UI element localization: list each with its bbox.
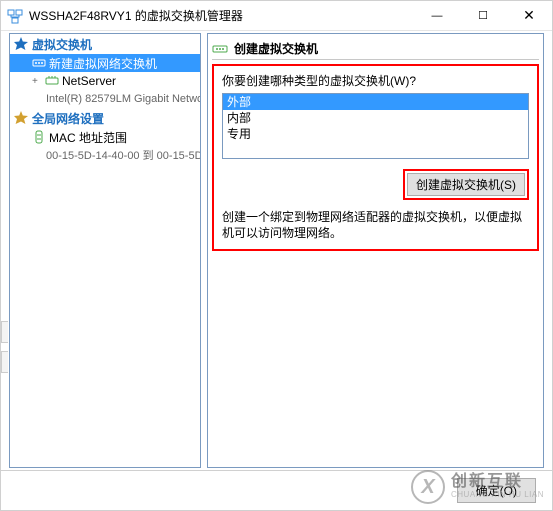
left-tree-pane: 虚拟交换机 新建虚拟网络交换机 + NetServer Intel(R) 825… — [9, 33, 201, 468]
create-switch-button[interactable]: 创建虚拟交换机(S) — [407, 173, 525, 196]
switch-icon — [45, 74, 59, 88]
star-icon — [14, 111, 28, 125]
app-icon — [7, 8, 23, 24]
tree-item-mac-range-detail: 00-15-5D-14-40-00 到 00-15-5D-1... — [10, 146, 200, 164]
window-controls: — ☐ ✕ — [414, 1, 552, 31]
titlebar: WSSHA2F48RVY1 的虚拟交换机管理器 — ☐ ✕ — [1, 1, 552, 31]
window-title: WSSHA2F48RVY1 的虚拟交换机管理器 — [29, 7, 414, 24]
switch-type-prompt: 你要创建哪种类型的虚拟交换机(W)? — [222, 72, 529, 89]
gutter-tab — [1, 321, 8, 343]
switch-type-listbox[interactable]: 外部 内部 专用 — [222, 93, 529, 159]
tree-item-label: MAC 地址范围 — [49, 129, 127, 146]
option-external[interactable]: 外部 — [223, 94, 528, 110]
switch-icon — [212, 41, 228, 57]
new-switch-icon — [32, 56, 46, 70]
tree-item-new-switch[interactable]: 新建虚拟网络交换机 — [10, 54, 200, 72]
section-label: 虚拟交换机 — [32, 36, 92, 53]
right-header-title: 创建虚拟交换机 — [234, 40, 318, 57]
ok-button[interactable]: 确定(O) — [457, 478, 536, 503]
option-internal[interactable]: 内部 — [223, 110, 528, 126]
tree-item-sublabel: 00-15-5D-14-40-00 到 00-15-5D-1... — [46, 147, 201, 163]
option-private[interactable]: 专用 — [223, 126, 528, 142]
minimize-button[interactable]: — — [414, 1, 460, 31]
star-icon — [14, 37, 28, 51]
right-header: 创建虚拟交换机 — [212, 38, 539, 60]
content-area: 虚拟交换机 新建虚拟网络交换机 + NetServer Intel(R) 825… — [1, 31, 552, 470]
create-button-row: 创建虚拟交换机(S) — [222, 169, 529, 200]
range-icon — [32, 130, 46, 144]
section-virtual-switches: 虚拟交换机 — [10, 34, 200, 54]
left-gutter — [1, 61, 9, 430]
highlight-box-button: 创建虚拟交换机(S) — [403, 169, 529, 200]
tree-item-netserver-detail: Intel(R) 82579LM Gigabit Network ... — [10, 90, 200, 108]
tree-item-sublabel: Intel(R) 82579LM Gigabit Network ... — [46, 93, 201, 105]
section-label: 全局网络设置 — [32, 110, 104, 127]
switch-type-description: 创建一个绑定到物理网络适配器的虚拟交换机，以便虚拟机可以访问物理网络。 — [222, 210, 529, 241]
section-global-settings: 全局网络设置 — [10, 108, 200, 128]
close-button[interactable]: ✕ — [506, 1, 552, 31]
expander-icon[interactable]: + — [32, 76, 42, 87]
highlight-box: 你要创建哪种类型的虚拟交换机(W)? 外部 内部 专用 创建虚拟交换机(S) 创… — [212, 64, 539, 251]
tree-item-netserver[interactable]: + NetServer — [10, 72, 200, 90]
tree-item-label: 新建虚拟网络交换机 — [49, 55, 157, 72]
dialog-footer: 确定(O) — [1, 470, 552, 510]
right-detail-pane: 创建虚拟交换机 你要创建哪种类型的虚拟交换机(W)? 外部 内部 专用 创建虚拟… — [207, 33, 544, 468]
tree-item-label: NetServer — [62, 74, 116, 88]
maximize-button[interactable]: ☐ — [460, 1, 506, 31]
tree-item-mac-range[interactable]: MAC 地址范围 — [10, 128, 200, 146]
virtual-switch-manager-window: WSSHA2F48RVY1 的虚拟交换机管理器 — ☐ ✕ 虚拟交换机 新 — [0, 0, 553, 511]
gutter-tab — [1, 351, 8, 373]
